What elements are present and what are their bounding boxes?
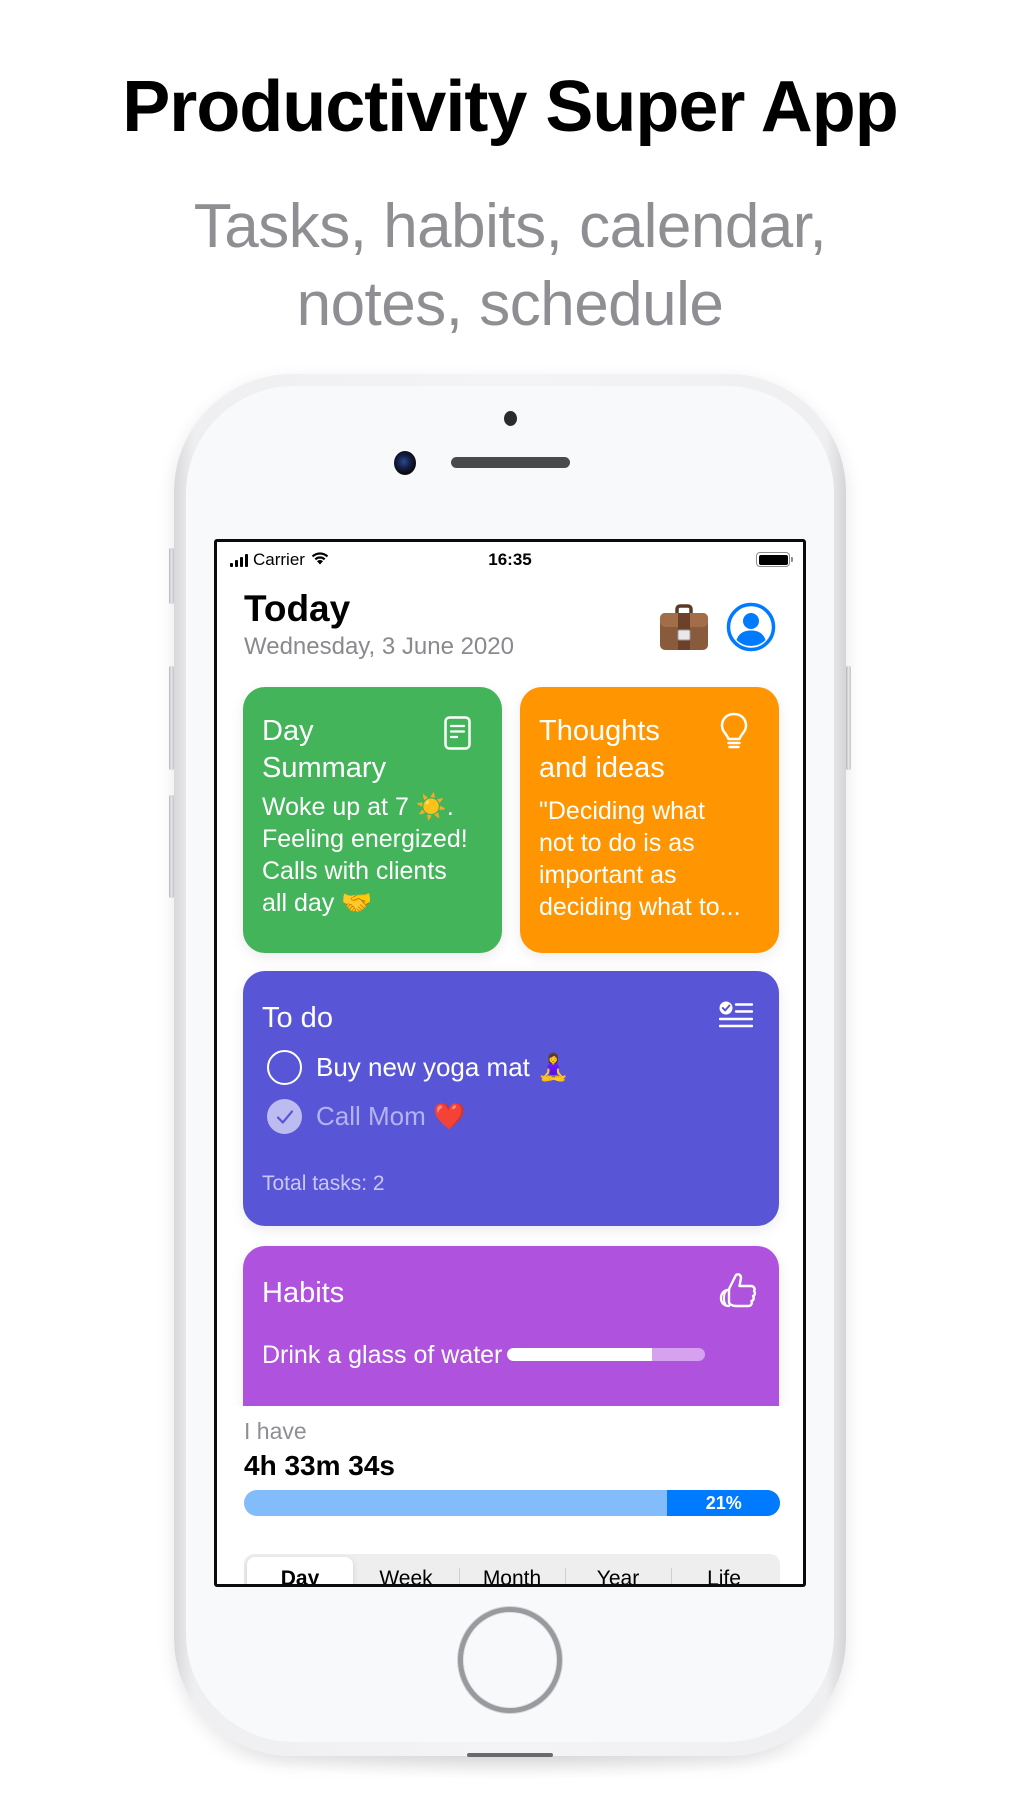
habits-title: Habits bbox=[262, 1277, 345, 1309]
period-tab-week[interactable]: Week bbox=[353, 1557, 459, 1584]
time-left-value: 4h 33m 34s bbox=[244, 1450, 395, 1481]
time-progress-fill: 21% bbox=[667, 1490, 780, 1516]
todo-total: Total tasks: 2 bbox=[262, 1172, 385, 1195]
day-summary-text: Woke up at 7 ☀️. Feeling energized! Call… bbox=[262, 791, 468, 919]
period-tab-life[interactable]: Life bbox=[671, 1557, 777, 1584]
habit-progress-bar bbox=[507, 1348, 705, 1361]
day-summary-title: Day Summary bbox=[262, 715, 387, 784]
front-camera bbox=[394, 451, 416, 475]
habit-name: Drink a glass of water bbox=[262, 1341, 503, 1369]
time-progress-percent: 21% bbox=[705, 1492, 742, 1513]
day-summary-card[interactable]: Day Summary Woke up at 7 ☀️. Feeling ene… bbox=[243, 687, 502, 953]
thoughts-card[interactable]: Thoughts and ideas "Deciding what not to… bbox=[520, 687, 779, 953]
day-summary-line: Calls with clients bbox=[262, 857, 447, 885]
todo-item[interactable]: Buy new yoga mat 🧘‍♀️ bbox=[267, 1050, 570, 1085]
proximity-sensor bbox=[504, 411, 517, 426]
page-title: Today bbox=[244, 588, 351, 629]
day-summary-line: all day 🤝 bbox=[262, 889, 373, 917]
battery-icon bbox=[756, 552, 793, 567]
page-date: Wednesday, 3 June 2020 bbox=[244, 633, 514, 660]
thoughts-line: important as bbox=[539, 861, 677, 889]
time-left-label: I have bbox=[244, 1418, 307, 1444]
thoughts-line: deciding what to... bbox=[539, 893, 741, 921]
todo-item[interactable]: Call Mom ❤️ bbox=[267, 1099, 465, 1134]
thoughts-line: "Deciding what bbox=[539, 797, 705, 825]
power-button bbox=[846, 666, 851, 770]
earpiece-speaker bbox=[451, 457, 570, 468]
period-tab-year[interactable]: Year bbox=[565, 1557, 671, 1584]
todo-title: To do bbox=[262, 1002, 333, 1034]
todo-card[interactable]: To do Buy new yoga mat 🧘‍♀️ Call Mom ❤️ … bbox=[243, 971, 779, 1226]
briefcase-icon[interactable] bbox=[658, 604, 710, 652]
thoughts-title: Thoughts and ideas bbox=[539, 715, 665, 784]
day-summary-line: Feeling energized! bbox=[262, 825, 468, 853]
period-tab-month[interactable]: Month bbox=[459, 1557, 565, 1584]
habits-card[interactable]: Habits Drink a glass of water bbox=[243, 1246, 779, 1406]
status-time: 16:35 bbox=[488, 550, 532, 569]
time-progress-bar: 21% bbox=[244, 1490, 780, 1516]
lightning-port bbox=[467, 1753, 553, 1757]
promo-title: Productivity Super App bbox=[122, 67, 898, 147]
day-summary-line: Woke up at 7 ☀️. bbox=[262, 793, 454, 821]
document-icon bbox=[444, 716, 471, 755]
period-tab-day[interactable]: Day bbox=[247, 1557, 353, 1584]
period-segmented-control: Day Week Month Year Life bbox=[244, 1554, 780, 1584]
home-button[interactable] bbox=[458, 1607, 562, 1713]
todo-item-text: Buy new yoga mat 🧘‍♀️ bbox=[316, 1052, 570, 1082]
promo-subtitle-line-2: notes, schedule bbox=[296, 270, 724, 339]
checkbox-checked-icon[interactable] bbox=[267, 1099, 302, 1134]
todo-item-text: Call Mom ❤️ bbox=[316, 1101, 466, 1131]
time-left-panel: I have 4h 33m 34s 21% Day Week Month Yea… bbox=[217, 1406, 803, 1584]
promo-subtitle-line-1: Tasks, habits, calendar, bbox=[193, 192, 827, 261]
lightbulb-icon bbox=[720, 712, 748, 757]
thoughts-text: "Deciding what not to do is as important… bbox=[539, 795, 741, 923]
habit-progress-fill bbox=[507, 1348, 652, 1361]
phone-screen: Carrier 16:35 Today Wednesday, 3 June 20… bbox=[214, 539, 806, 1587]
checkbox-unchecked-icon[interactable] bbox=[267, 1050, 302, 1085]
thumbs-up-icon bbox=[716, 1271, 758, 1318]
status-bar: Carrier 16:35 bbox=[217, 542, 803, 578]
thoughts-line: not to do is as bbox=[539, 829, 695, 857]
checklist-icon bbox=[718, 1001, 754, 1036]
profile-icon[interactable] bbox=[726, 602, 776, 652]
promo-subtitle: Tasks, habits, calendar, notes, schedule bbox=[0, 188, 1020, 344]
